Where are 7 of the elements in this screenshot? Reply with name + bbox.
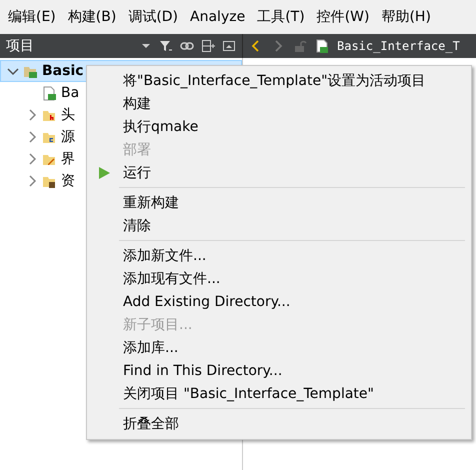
tree-item-label: 界 (61, 150, 75, 168)
panel-title: 项目 (6, 37, 35, 55)
tree-item-label: Basic (42, 63, 84, 79)
tree-item-label: 源 (61, 128, 75, 146)
tree-item-label: Ba (61, 85, 80, 101)
tree-item-label: 资 (61, 172, 75, 190)
tree-item-label: 头 (61, 106, 75, 124)
